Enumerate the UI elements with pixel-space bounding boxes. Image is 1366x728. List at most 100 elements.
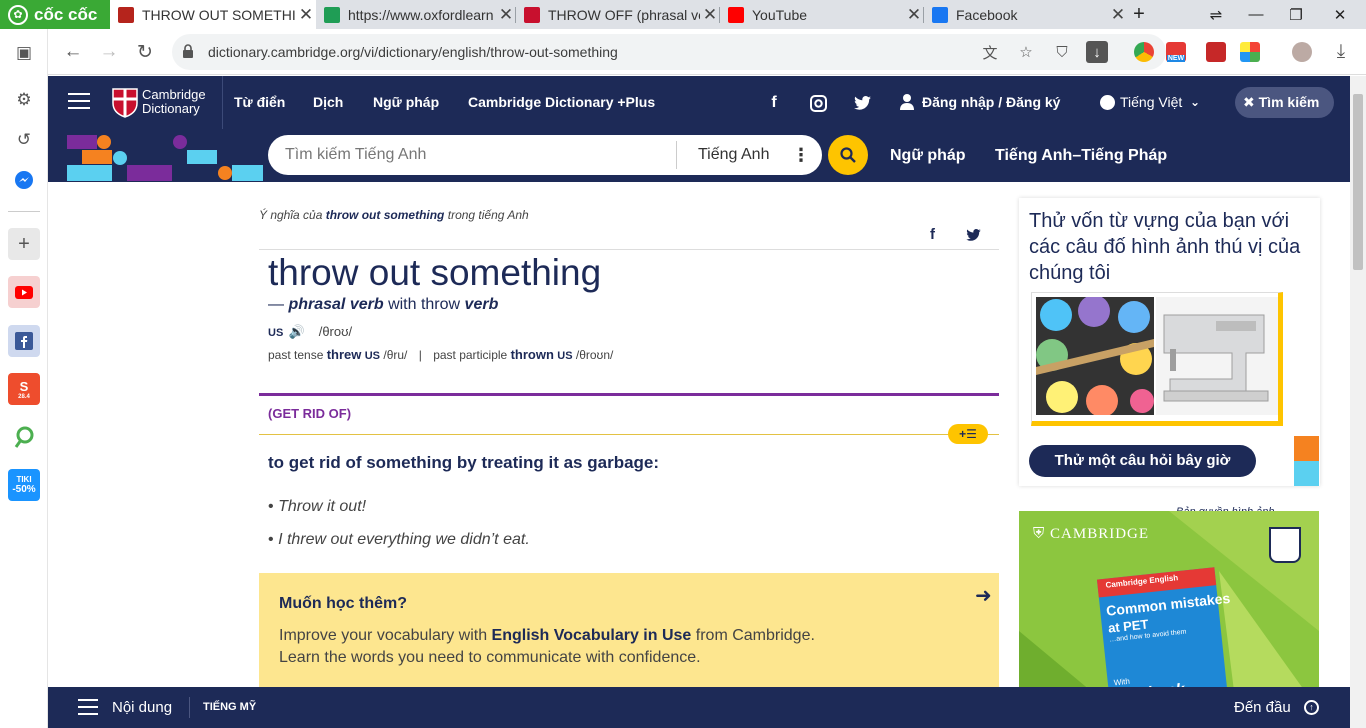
instagram-icon[interactable]	[808, 93, 828, 113]
forms-separator: |	[418, 348, 422, 362]
close-tab-icon[interactable]: ✕	[700, 5, 720, 25]
shield-icon[interactable]: ⛉	[1050, 40, 1074, 64]
arrow-right-icon[interactable]: ➜	[975, 583, 992, 608]
cambridge-logo[interactable]: Cambridge Dictionary	[112, 88, 222, 118]
more-options-icon[interactable]: ⋮	[792, 135, 810, 175]
red-extension-icon[interactable]	[1206, 42, 1226, 62]
past-tense-word: threw	[326, 347, 362, 362]
download-video-icon[interactable]: ↓	[1086, 41, 1108, 63]
facebook-shortcut-icon[interactable]	[8, 325, 40, 357]
facebook-icon[interactable]: f	[764, 93, 784, 113]
back-arrow-icon[interactable]: ←	[58, 37, 88, 67]
user-icon[interactable]	[900, 94, 914, 110]
profile-avatar[interactable]	[1292, 42, 1312, 62]
tab-search-icon[interactable]: ⇌	[1196, 0, 1236, 29]
arrow-up-icon[interactable]: ↑	[1304, 700, 1319, 715]
past-tense-label: past tense	[268, 348, 324, 362]
tab-throw-out-something[interactable]: THROW OUT SOMETHI ✕	[110, 0, 316, 29]
grammar-link[interactable]: Ngữ pháp	[890, 129, 966, 182]
address-bar[interactable]: dictionary.cambridge.org/vi/dictionary/e…	[172, 34, 1166, 70]
settings-gear-icon[interactable]: ⚙	[8, 84, 40, 116]
english-french-link[interactable]: Tiếng Anh–Tiếng Pháp	[995, 129, 1167, 182]
url-text[interactable]: dictionary.cambridge.org/vi/dictionary/e…	[208, 34, 618, 70]
tab-title: THROW OUT SOMETHI	[142, 6, 296, 23]
language-selector[interactable]: Tiếng Việt	[1120, 76, 1182, 129]
back-to-top-link[interactable]: Đến đầu	[1234, 687, 1291, 728]
cambridge-favicon-icon	[118, 6, 134, 23]
tab-title: YouTube	[752, 6, 808, 23]
exam-prep-badge-icon	[1269, 527, 1301, 563]
example-2: • I threw out everything we didn’t eat.	[268, 531, 530, 549]
bookmark-star-icon[interactable]: ☆	[1014, 40, 1038, 64]
login-link[interactable]: Đăng nhập / Đăng ký	[922, 76, 1060, 129]
forward-arrow-icon[interactable]: →	[94, 37, 124, 67]
messenger-glyph-icon	[15, 171, 33, 189]
new-extension-icon[interactable]: NEW	[1166, 42, 1186, 62]
tab-youtube[interactable]: YouTube ✕	[720, 0, 924, 29]
browser-brand: cốc cốc	[34, 4, 98, 24]
close-tab-icon[interactable]: ✕	[296, 5, 316, 25]
add-to-wordlist-button[interactable]: +☰	[948, 424, 988, 444]
reload-icon[interactable]: ↻	[130, 37, 160, 67]
quiz-image-frame[interactable]	[1031, 292, 1283, 426]
meaning-of-label: Ý nghĩa của throw out something trong ti…	[259, 208, 529, 222]
add-shortcut-icon[interactable]: +	[8, 228, 40, 260]
share-facebook-icon[interactable]: f	[930, 226, 935, 243]
tab-facebook[interactable]: Facebook ✕	[924, 0, 1128, 29]
decorative-block-orange	[1294, 436, 1319, 461]
twitter-icon[interactable]	[852, 93, 872, 113]
contents-link[interactable]: Nội dung	[112, 687, 172, 728]
coccoc-search-icon[interactable]	[8, 421, 40, 453]
restore-button[interactable]: ❐	[1276, 0, 1316, 29]
learn-line1-bold[interactable]: English Vocabulary in Use	[492, 627, 692, 644]
sidebar-toggle-icon[interactable]: ▣	[8, 37, 40, 69]
close-tab-icon[interactable]: ✕	[496, 5, 516, 25]
nav-link-dictionary[interactable]: Từ điển	[234, 76, 285, 129]
new-tab-button[interactable]: +	[1121, 0, 1157, 29]
learn-more-line-1: Improve your vocabulary with English Voc…	[279, 627, 815, 645]
quiz-start-button[interactable]: Thử một câu hỏi bây giờ	[1029, 445, 1256, 477]
coccoc-menu-button[interactable]: ✿ cốc cốc	[0, 0, 110, 29]
hamburger-menu-icon[interactable]	[68, 93, 90, 111]
history-icon[interactable]: ↺	[8, 124, 40, 156]
dictionary-selector[interactable]: Tiếng Anh	[698, 135, 769, 175]
nav-link-translate[interactable]: Dịch	[313, 76, 343, 129]
youtube-shortcut-icon[interactable]	[8, 276, 40, 308]
page-scrollbar[interactable]	[1350, 76, 1366, 728]
chevron-down-icon[interactable]: ⌄	[1190, 76, 1200, 129]
learn-more-line-2: Learn the words you need to communicate …	[279, 649, 701, 666]
tab-title: https://www.oxfordlearn	[348, 6, 494, 23]
dialect-link[interactable]: TIẾNG MỸ	[203, 687, 256, 728]
downloads-icon[interactable]: ⤓	[1326, 37, 1356, 67]
pos-label[interactable]: phrasal verb	[288, 296, 383, 313]
search-input[interactable]: Tìm kiếm Tiếng Anh	[285, 135, 426, 175]
tab-oxfordlearn[interactable]: https://www.oxfordlearn ✕	[316, 0, 516, 29]
close-window-button[interactable]: ✕	[1320, 0, 1360, 29]
ad-brand: ⛨ CAMBRIDGE	[1033, 525, 1149, 543]
shopee-shortcut-icon[interactable]: S 28.4	[8, 373, 40, 405]
search-button[interactable]	[828, 135, 868, 175]
twitter-share-glyph-icon	[966, 229, 981, 241]
scrollbar-thumb[interactable]	[1353, 94, 1363, 270]
close-tab-icon[interactable]: ✕	[904, 5, 924, 25]
share-twitter-icon[interactable]	[966, 228, 981, 246]
pos-with: with throw	[388, 296, 461, 313]
pos-verb[interactable]: verb	[465, 296, 499, 313]
colorful-extension-icon[interactable]	[1240, 42, 1260, 62]
search-divider	[676, 141, 677, 169]
contents-menu-icon[interactable]	[78, 699, 98, 715]
search-toggle-button[interactable]: ✖ Tìm kiếm	[1235, 87, 1334, 118]
learn-more-box[interactable]: Muốn học thêm? ➜ Improve your vocabulary…	[259, 573, 999, 689]
speaker-icon[interactable]: 🔊	[289, 324, 305, 339]
tiki-shortcut-icon[interactable]: TIKI -50%	[8, 469, 40, 501]
minimize-button[interactable]: —	[1236, 0, 1276, 29]
messenger-icon[interactable]	[8, 164, 40, 196]
youtube-glyph-icon	[15, 285, 33, 299]
nav-link-plus[interactable]: Cambridge Dictionary +Plus	[468, 76, 655, 129]
translate-icon[interactable]: 文	[978, 40, 1002, 64]
instagram-glyph-icon	[809, 94, 827, 112]
tab-throw-off[interactable]: THROW OFF (phrasal ve ✕	[516, 0, 720, 29]
nav-link-grammar[interactable]: Ngữ pháp	[373, 76, 439, 129]
chrome-extension-icon[interactable]	[1134, 42, 1154, 62]
user-glyph-icon	[900, 94, 914, 110]
